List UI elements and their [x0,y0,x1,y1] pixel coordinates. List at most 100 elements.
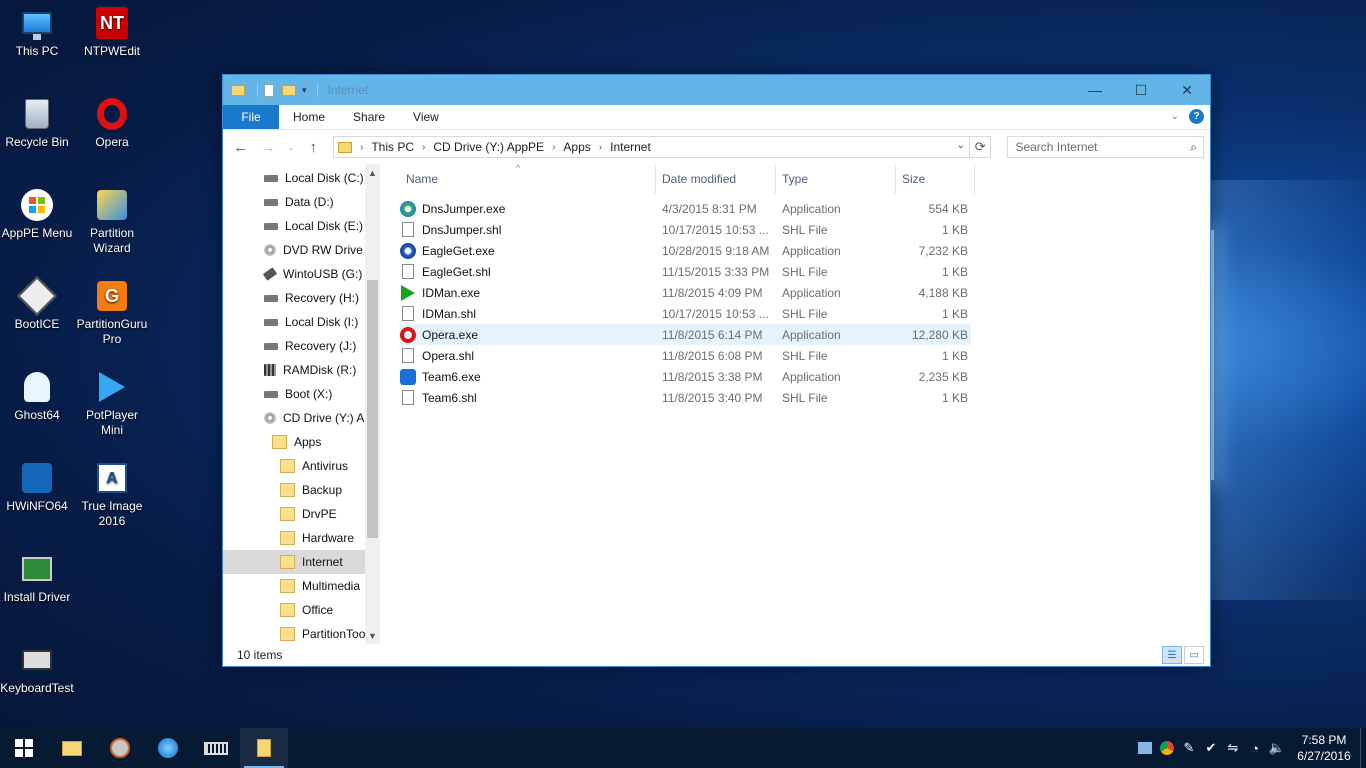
desktop-icon-partitionguru[interactable]: G PartitionGuru Pro [75,279,149,347]
tray-network-adapter-icon[interactable] [1134,728,1156,768]
desktop-icon-ntpwedit[interactable]: NT NTPWEdit [75,6,149,59]
nav-item[interactable]: Office [223,598,380,622]
column-header-name[interactable]: Name [400,164,656,194]
tray-wifi-icon[interactable]: ◔ [1244,728,1266,768]
nav-item[interactable]: PartitionToo [223,622,380,644]
desktop-icon-true-image[interactable]: A True Image 2016 [75,461,149,529]
nav-item[interactable]: DrvPE [223,502,380,526]
tray-shield-check-icon[interactable]: ✔ [1200,728,1222,768]
new-folder-icon[interactable] [282,84,296,96]
search-input[interactable]: Search Internet ⌕ [1007,136,1204,158]
start-button[interactable] [0,728,48,768]
taskbar-file-explorer[interactable] [48,728,96,768]
tray-chrome-icon[interactable] [1156,728,1178,768]
desktop-icon-keyboardtest[interactable]: KeyboardTest [0,643,74,696]
maximize-button[interactable]: ☐ [1118,75,1164,105]
file-row[interactable]: EagleGet.shl 11/15/2015 3:33 PM SHL File 1 … [400,261,971,282]
breadcrumb-this-pc[interactable]: This PC [371,140,414,154]
file-row[interactable]: Team6.exe 11/8/2015 3:38 PM Application 2,2… [400,366,971,387]
nav-item[interactable]: Data (D:) [223,190,380,214]
nav-scrollbar[interactable]: ▲ ▼ [365,164,380,644]
tray-usb-icon[interactable]: ⇋ [1222,728,1244,768]
nav-item[interactable]: Multimedia [223,574,380,598]
file-row[interactable]: IDMan.exe 11/8/2015 4:09 PM Application 4,1… [400,282,971,303]
desktop-icon-recycle-bin[interactable]: Recycle Bin [0,97,74,150]
refresh-button[interactable]: ⟳ [969,136,992,158]
search-icon: ⌕ [1190,140,1197,154]
minimize-button[interactable]: — [1072,75,1118,105]
breadcrumb-cd-drive[interactable]: CD Drive (Y:) AppPE [433,140,544,154]
nav-item[interactable]: Hardware [223,526,380,550]
column-header-size[interactable]: Size [896,164,975,194]
breadcrumb-apps[interactable]: Apps [563,140,590,154]
desktop-icon-hwinfo64[interactable]: HWiNFO64 [0,461,74,514]
nav-item-label: CD Drive (Y:) A [283,411,365,425]
taskbar-tools[interactable] [96,728,144,768]
scrollbar-thumb[interactable] [367,280,378,538]
file-row[interactable]: Team6.shl 11/8/2015 3:40 PM SHL File 1 KB [400,387,971,408]
nav-item[interactable]: WintoUSB (G:) [223,262,380,286]
clock[interactable]: 7:58 PM 6/27/2016 [1288,732,1360,764]
nav-item-label: DVD RW Drive [283,243,363,257]
taskbar-network[interactable] [144,728,192,768]
nav-item[interactable]: Local Disk (C:) [223,166,380,190]
forward-button[interactable]: → [256,135,279,159]
title-bar[interactable]: ▾ Internet — ☐ ✕ [223,75,1210,105]
close-button[interactable]: ✕ [1164,75,1210,105]
address-bar[interactable]: › This PC › CD Drive (Y:) AppPE › Apps ›… [332,136,970,158]
breadcrumb-internet[interactable]: Internet [610,140,651,154]
file-row[interactable]: EagleGet.exe 10/28/2015 9:18 AM Applicatio… [400,240,971,261]
chevron-right-icon[interactable]: › [552,142,555,153]
file-row[interactable]: Opera.exe 11/8/2015 6:14 PM Application 12,… [400,324,971,345]
desktop-icon-partition-wizard[interactable]: Partition Wizard [75,188,149,256]
tab-file[interactable]: File [223,105,279,129]
show-desktop-button[interactable] [1360,728,1366,768]
taskbar-explorer-window[interactable] [240,728,288,768]
file-row[interactable]: DnsJumper.exe 4/3/2015 8:31 PM Application… [400,198,971,219]
nav-item[interactable]: CD Drive (Y:) A [223,406,380,430]
chevron-right-icon[interactable]: › [599,142,602,153]
tray-volume-icon[interactable]: 🔈 [1266,728,1288,768]
tab-view[interactable]: View [399,105,453,129]
taskbar-keyboard[interactable] [192,728,240,768]
column-header-type[interactable]: Type [776,164,896,194]
desktop-icon-apppe-menu[interactable]: AppPE Menu [0,188,74,241]
file-row[interactable]: Opera.shl 11/8/2015 6:08 PM SHL File 1 KB [400,345,971,366]
scroll-down-icon[interactable]: ▼ [365,627,380,644]
expand-ribbon-icon[interactable]: ⌄ [1171,111,1179,122]
nav-item[interactable]: DVD RW Drive [223,238,380,262]
file-row[interactable]: DnsJumper.shl 10/17/2015 10:53 ... SHL Fil… [400,219,971,240]
desktop-icon-this-pc[interactable]: This PC [0,6,74,59]
chevron-down-icon[interactable]: ⌄ [957,140,965,151]
back-button[interactable]: ← [229,135,252,159]
desktop-icon-ghost64[interactable]: Ghost64 [0,370,74,423]
nav-item[interactable]: Apps [223,430,380,454]
tray-brush-icon[interactable]: ✎ [1178,728,1200,768]
nav-item[interactable]: Recovery (J:) [223,334,380,358]
file-row[interactable]: IDMan.shl 10/17/2015 10:53 ... SHL File 1 K… [400,303,971,324]
nav-item[interactable]: Backup [223,478,380,502]
desktop-icon-install-driver[interactable]: Install Driver [0,552,74,605]
desktop-icon-opera[interactable]: Opera [75,97,149,150]
tab-home[interactable]: Home [279,105,339,129]
details-view-button[interactable]: ☰ [1162,646,1182,664]
recent-locations-button[interactable]: ⌄ [284,135,298,159]
desktop-icon-bootice[interactable]: BootICE [0,276,74,332]
column-header-date-modified[interactable]: Date modified [656,164,776,194]
large-icons-view-button[interactable]: ▭ [1184,646,1204,664]
chevron-right-icon[interactable]: › [422,142,425,153]
tab-share[interactable]: Share [339,105,399,129]
nav-item[interactable]: Recovery (H:) [223,286,380,310]
scroll-up-icon[interactable]: ▲ [365,164,380,181]
help-icon[interactable]: ? [1189,109,1204,124]
nav-item[interactable]: Boot (X:) [223,382,380,406]
up-button[interactable]: ↑ [302,135,325,159]
nav-item[interactable]: RAMDisk (R:) [223,358,380,382]
nav-item[interactable]: Antivirus [223,454,380,478]
nav-item[interactable]: Local Disk (E:) [223,214,380,238]
nav-item[interactable]: Local Disk (I:) [223,310,380,334]
properties-icon[interactable] [264,83,274,97]
desktop-icon-potplayer[interactable]: PotPlayer Mini [75,370,149,438]
nav-item[interactable]: Internet [223,550,380,574]
quick-access-dropdown-icon[interactable]: ▾ [302,85,307,96]
